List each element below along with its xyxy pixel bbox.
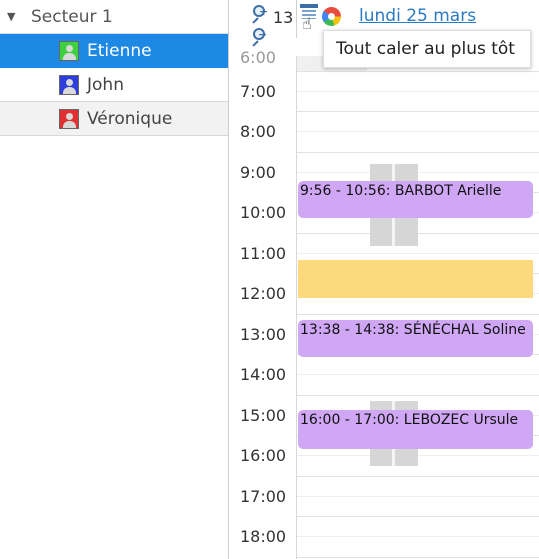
tree-item-label: Etienne — [87, 40, 152, 61]
zoom-in-icon[interactable]: + — [251, 3, 271, 24]
hour-label: 15:00 — [240, 406, 287, 425]
hour-label: 9:00 — [240, 163, 276, 182]
tree-item-label: Véronique — [87, 108, 173, 129]
hour-label: 17:00 — [240, 487, 287, 506]
user-avatar-icon — [59, 74, 79, 95]
zoom-level: 13 — [273, 8, 294, 27]
color-palette-icon[interactable] — [322, 7, 341, 26]
event-barbot-arielle[interactable]: 9:56 - 10:56: BARBOT Arielle — [298, 181, 533, 218]
hour-label: 18:00 — [240, 527, 287, 546]
hour-label: 10:00 — [240, 203, 287, 222]
user-avatar-icon — [59, 40, 79, 61]
zoom-out-icon[interactable]: − — [251, 26, 271, 47]
hand-pointer-icon: ☝ — [302, 14, 312, 33]
hour-label: 14:00 — [240, 365, 287, 384]
hour-label: 11:00 — [240, 244, 287, 263]
tree-group-label: Secteur 1 — [31, 6, 113, 27]
tree-item-veronique[interactable]: Véronique — [0, 102, 228, 136]
tree-group-secteur-1[interactable]: ▼ Secteur 1 — [0, 0, 228, 34]
hour-label: 8:00 — [240, 122, 276, 141]
time-axis: 6:00 7:00 8:00 9:00 10:00 11:00 12:00 13… — [229, 48, 296, 559]
hour-label: 12:00 — [240, 284, 287, 303]
event-senechal-soline[interactable]: 13:38 - 14:38: SÉNÉCHAL Soline — [298, 320, 533, 357]
tree-item-john[interactable]: John — [0, 68, 228, 102]
hour-label: 16:00 — [240, 446, 287, 465]
user-avatar-icon — [59, 108, 79, 129]
resource-tree: ▼ Secteur 1 Etienne John Véronique — [0, 0, 228, 559]
tooltip: Tout caler au plus tôt — [323, 30, 531, 68]
day-grid[interactable]: 9:56 - 10:56: BARBOT Arielle 13:38 - 14:… — [296, 56, 539, 559]
hour-label: 7:00 — [240, 82, 276, 101]
event-lebozec-ursule[interactable]: 16:00 - 17:00: LEBOZEC Ursule — [298, 410, 533, 449]
hour-label: 13:00 — [240, 325, 287, 344]
blocked-slot[interactable] — [298, 260, 533, 298]
tree-item-label: John — [87, 74, 124, 95]
day-link[interactable]: lundi 25 mars — [359, 6, 476, 26]
header-separator — [296, 0, 297, 38]
hour-label: 6:00 — [240, 48, 276, 67]
tree-item-etienne[interactable]: Etienne — [0, 34, 228, 68]
caret-down-icon[interactable]: ▼ — [7, 10, 19, 23]
